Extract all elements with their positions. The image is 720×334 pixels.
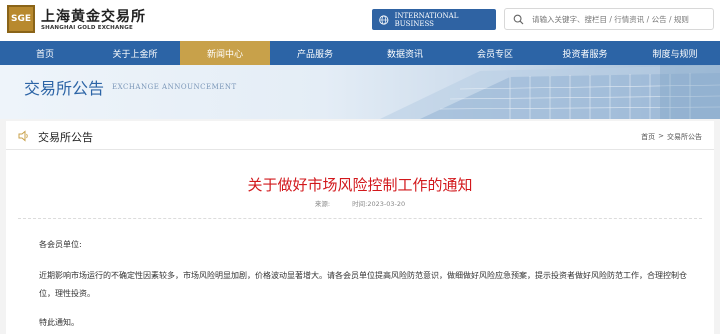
logo-english-name: SHANGHAI GOLD EXCHANGE bbox=[41, 25, 133, 31]
site-logo[interactable]: SGE 上海黄金交易所 SHANGHAI GOLD EXCHANGE bbox=[7, 5, 207, 35]
main-nav: 首页 关于上金所 新闻中心 产品服务 数据资讯 会员专区 投资者服务 制度与规则 bbox=[0, 41, 720, 65]
site-header: SGE 上海黄金交易所 SHANGHAI GOLD EXCHANGE INTER… bbox=[0, 0, 720, 40]
nav-item-members[interactable]: 会员专区 bbox=[450, 41, 540, 65]
nav-item-data[interactable]: 数据资讯 bbox=[360, 41, 450, 65]
article-greeting: 各会员单位: bbox=[39, 240, 82, 249]
nav-item-news[interactable]: 新闻中心 bbox=[180, 41, 270, 65]
globe-icon bbox=[379, 14, 389, 25]
article-closing: 特此通知。 bbox=[39, 318, 79, 327]
breadcrumb-separator: > bbox=[658, 132, 664, 140]
international-business-label: INTERNATIONAL BUSINESS bbox=[394, 11, 459, 28]
breadcrumb: 首页 > 交易所公告 bbox=[641, 132, 702, 142]
section-title: 交易所公告 bbox=[38, 131, 93, 144]
article-card: 交易所公告 首页 > 交易所公告 关于做好市场风险控制工作的通知 来源: 时间:… bbox=[6, 121, 714, 334]
logo-mark: SGE bbox=[11, 14, 32, 24]
article-meta: 来源: 时间:2023-03-20 bbox=[6, 198, 714, 208]
article-source: 来源: bbox=[314, 200, 331, 208]
banner-subtitle: EXCHANGE ANNOUNCEMENT bbox=[112, 83, 237, 91]
banner-title: 交易所公告 bbox=[24, 79, 105, 98]
search-box[interactable] bbox=[504, 8, 714, 30]
content-area: 交易所公告 首页 > 交易所公告 关于做好市场风险控制工作的通知 来源: 时间:… bbox=[0, 119, 720, 334]
article-divider bbox=[18, 218, 702, 219]
speaker-icon bbox=[18, 130, 28, 142]
nav-item-investors[interactable]: 投资者服务 bbox=[540, 41, 630, 65]
international-business-button[interactable]: INTERNATIONAL BUSINESS bbox=[372, 9, 496, 30]
article-time: 时间:2023-03-20 bbox=[352, 200, 406, 208]
nav-item-products[interactable]: 产品服务 bbox=[270, 41, 360, 65]
building-illustration bbox=[380, 65, 720, 119]
section-header: 交易所公告 首页 > 交易所公告 bbox=[6, 121, 714, 150]
page-banner: 交易所公告 EXCHANGE ANNOUNCEMENT bbox=[0, 65, 720, 119]
nav-item-rules[interactable]: 制度与规则 bbox=[630, 41, 720, 65]
article-body: 近期影响市场运行的不确定性因素较多，市场风险明显加剧，价格波动显著增大。请各会员… bbox=[39, 271, 687, 298]
logo-chinese-name: 上海黄金交易所 bbox=[41, 9, 146, 25]
breadcrumb-home[interactable]: 首页 bbox=[641, 132, 655, 142]
logo-emblem: SGE bbox=[7, 5, 35, 33]
breadcrumb-current[interactable]: 交易所公告 bbox=[667, 132, 702, 142]
article-title: 关于做好市场风险控制工作的通知 bbox=[247, 176, 473, 194]
search-icon[interactable] bbox=[513, 14, 524, 25]
search-input[interactable] bbox=[532, 14, 702, 24]
nav-item-about[interactable]: 关于上金所 bbox=[90, 41, 180, 65]
nav-item-home[interactable]: 首页 bbox=[0, 41, 90, 65]
